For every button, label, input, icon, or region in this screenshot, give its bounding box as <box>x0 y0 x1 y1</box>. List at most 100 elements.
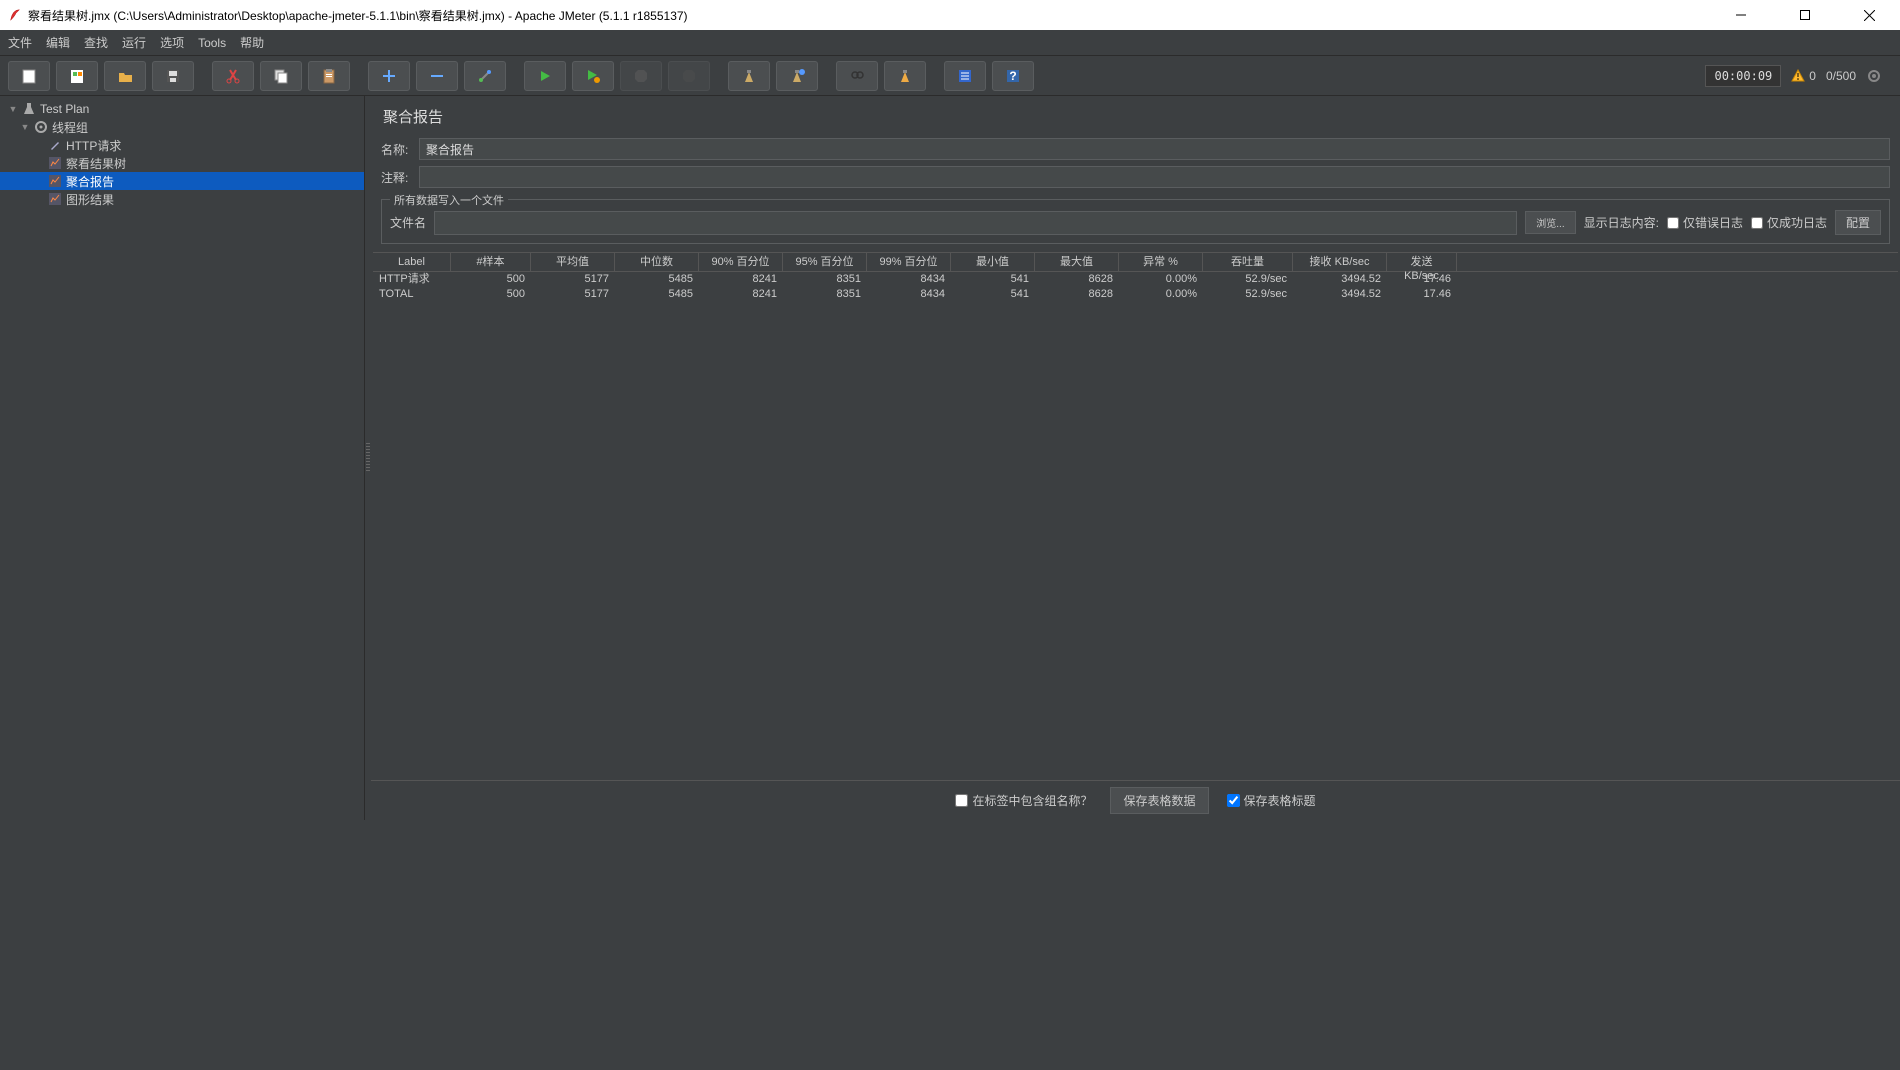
table-cell: 3494.52 <box>1293 287 1387 302</box>
content-panel: 聚合报告 名称: 注释: 所有数据写入一个文件 文件名 浏览... 显示日志内容… <box>371 96 1900 820</box>
clear-button[interactable] <box>728 61 770 91</box>
toolbar: ? 00:00:09 0 0/500 <box>0 56 1900 96</box>
footer-bar: 在标签中包含组名称？ 保存表格数据 保存表格标题 <box>371 780 1900 820</box>
table-cell: 5177 <box>531 287 615 302</box>
column-header[interactable]: 95% 百分位 <box>783 253 867 271</box>
tree-graph-results[interactable]: 图形结果 <box>0 190 364 208</box>
report-icon <box>47 173 63 189</box>
results-table: Label#样本平均值中位数90% 百分位95% 百分位99% 百分位最小值最大… <box>373 252 1898 302</box>
menu-run[interactable]: 运行 <box>122 34 146 51</box>
save-button[interactable] <box>152 61 194 91</box>
open-button[interactable] <box>104 61 146 91</box>
menu-tools[interactable]: Tools <box>198 36 226 50</box>
name-input[interactable] <box>419 138 1890 160</box>
table-cell: 8628 <box>1035 272 1119 287</box>
warning-icon <box>1791 69 1805 83</box>
fieldset-legend: 所有数据写入一个文件 <box>390 192 508 208</box>
column-header[interactable]: 99% 百分位 <box>867 253 951 271</box>
jmeter-icon <box>8 8 22 22</box>
templates-button[interactable] <box>56 61 98 91</box>
warning-status: 0 <box>1791 69 1816 83</box>
copy-button[interactable] <box>260 61 302 91</box>
table-cell: 17.46 <box>1387 272 1457 287</box>
toggle-button[interactable] <box>464 61 506 91</box>
column-header[interactable]: 接收 KB/sec <box>1293 253 1387 271</box>
report-icon <box>47 191 63 207</box>
collapse-arrow-icon[interactable]: ▼ <box>20 122 30 132</box>
panel-title: 聚合报告 <box>371 96 1900 135</box>
thread-status: 0/500 <box>1826 69 1856 83</box>
start-button[interactable] <box>524 61 566 91</box>
expand-button[interactable] <box>368 61 410 91</box>
column-header[interactable]: 发送 KB/sec <box>1387 253 1457 271</box>
filename-input[interactable] <box>434 211 1517 235</box>
comment-input[interactable] <box>419 166 1890 188</box>
column-header[interactable]: Label <box>373 253 451 271</box>
collapse-arrow-icon[interactable]: ▼ <box>8 104 18 114</box>
paste-button[interactable] <box>308 61 350 91</box>
table-cell: 8628 <box>1035 287 1119 302</box>
collapse-button[interactable] <box>416 61 458 91</box>
include-group-checkbox[interactable]: 在标签中包含组名称？ <box>955 792 1092 809</box>
tree-http-request[interactable]: HTTP请求 <box>0 136 364 154</box>
file-fieldset: 所有数据写入一个文件 文件名 浏览... 显示日志内容: 仅错误日志 仅成功日志… <box>381 199 1890 244</box>
function-helper-button[interactable] <box>944 61 986 91</box>
maximize-button[interactable] <box>1782 0 1828 30</box>
table-cell: 3494.52 <box>1293 272 1387 287</box>
window-title: 察看结果树.jmx (C:\Users\Administrator\Deskto… <box>28 7 1718 24</box>
menu-search[interactable]: 查找 <box>84 34 108 51</box>
menu-file[interactable]: 文件 <box>8 34 32 51</box>
menu-edit[interactable]: 编辑 <box>46 34 70 51</box>
table-cell: 0.00% <box>1119 287 1203 302</box>
shutdown-button[interactable] <box>668 61 710 91</box>
table-cell: 8241 <box>699 287 783 302</box>
table-header: Label#样本平均值中位数90% 百分位95% 百分位99% 百分位最小值最大… <box>373 252 1898 272</box>
gear-icon[interactable] <box>1866 68 1882 84</box>
close-button[interactable] <box>1846 0 1892 30</box>
menu-options[interactable]: 选项 <box>160 34 184 51</box>
tree-aggregate-report[interactable]: 聚合报告 <box>0 172 364 190</box>
tree-view-results[interactable]: 察看结果树 <box>0 154 364 172</box>
search-button[interactable] <box>836 61 878 91</box>
clear-all-button[interactable] <box>776 61 818 91</box>
config-button[interactable]: 配置 <box>1835 210 1881 235</box>
error-only-checkbox[interactable]: 仅错误日志 <box>1667 214 1743 231</box>
stop-button[interactable] <box>620 61 662 91</box>
column-header[interactable]: 中位数 <box>615 253 699 271</box>
name-label: 名称: <box>381 141 419 158</box>
minimize-button[interactable] <box>1718 0 1764 30</box>
success-only-checkbox[interactable]: 仅成功日志 <box>1751 214 1827 231</box>
browse-button[interactable]: 浏览... <box>1525 211 1575 234</box>
column-header[interactable]: 90% 百分位 <box>699 253 783 271</box>
table-cell: 17.46 <box>1387 287 1457 302</box>
column-header[interactable]: #样本 <box>451 253 531 271</box>
save-header-checkbox[interactable]: 保存表格标题 <box>1227 792 1316 809</box>
cut-button[interactable] <box>212 61 254 91</box>
column-header[interactable]: 最大值 <box>1035 253 1119 271</box>
tree-test-plan[interactable]: ▼ Test Plan <box>0 100 364 118</box>
help-button[interactable]: ? <box>992 61 1034 91</box>
start-no-timers-button[interactable] <box>572 61 614 91</box>
gear-icon <box>33 119 49 135</box>
table-cell: 541 <box>951 272 1035 287</box>
flask-icon <box>21 101 37 117</box>
column-header[interactable]: 异常 % <box>1119 253 1203 271</box>
table-cell: 8434 <box>867 272 951 287</box>
table-row[interactable]: HTTP请求5005177548582418351843454186280.00… <box>373 272 1898 287</box>
column-header[interactable]: 吞吐量 <box>1203 253 1293 271</box>
table-cell: 0.00% <box>1119 272 1203 287</box>
save-table-data-button[interactable]: 保存表格数据 <box>1110 787 1208 814</box>
reset-search-button[interactable] <box>884 61 926 91</box>
titlebar: 察看结果树.jmx (C:\Users\Administrator\Deskto… <box>0 0 1900 30</box>
menu-help[interactable]: 帮助 <box>240 34 264 51</box>
table-cell: 8434 <box>867 287 951 302</box>
elapsed-timer: 00:00:09 <box>1705 65 1781 87</box>
table-row[interactable]: TOTAL5005177548582418351843454186280.00%… <box>373 287 1898 302</box>
tree-thread-group[interactable]: ▼ 线程组 <box>0 118 364 136</box>
filename-label: 文件名 <box>390 214 426 231</box>
new-button[interactable] <box>8 61 50 91</box>
column-header[interactable]: 平均值 <box>531 253 615 271</box>
column-header[interactable]: 最小值 <box>951 253 1035 271</box>
comment-label: 注释: <box>381 169 419 186</box>
table-cell: 5177 <box>531 272 615 287</box>
